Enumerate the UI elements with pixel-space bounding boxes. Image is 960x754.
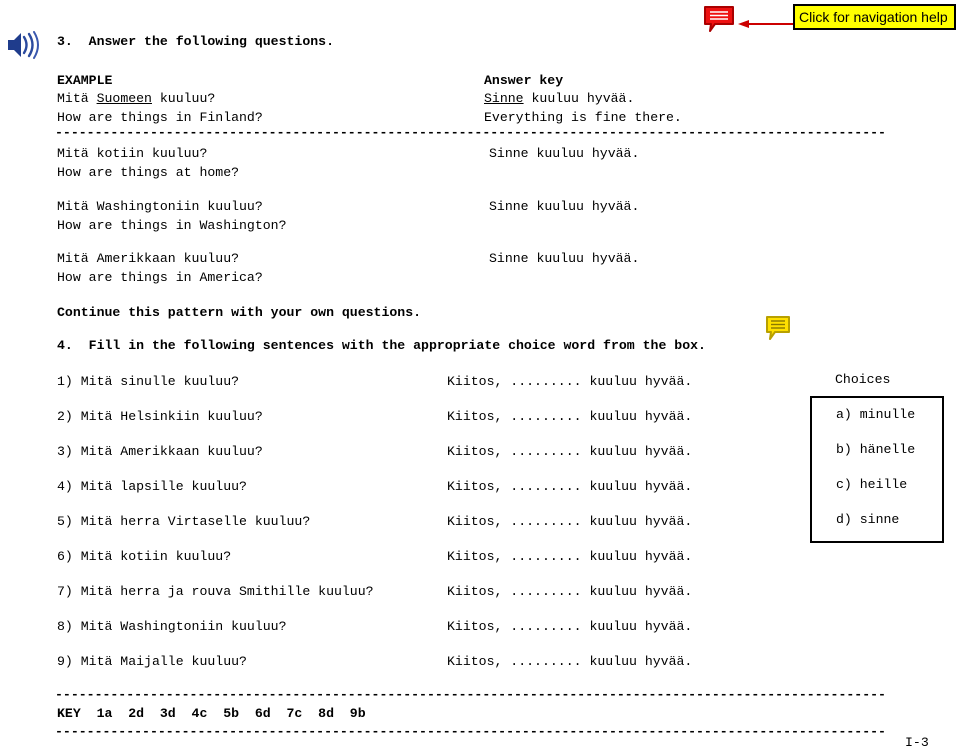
practice-answer-2: Sinne kuuluu hyvää. — [489, 199, 640, 214]
key-top-rule: ----------------------------------------… — [55, 690, 886, 700]
exercise-answer-blank-1[interactable]: Kiitos, ......... kuuluu hyvää. — [447, 373, 692, 391]
example-question-en: How are things in Finland? — [57, 110, 263, 125]
page-number: I-3 — [905, 735, 929, 750]
note-bubble-icon-svg — [766, 316, 790, 340]
choices-box: a) minulle b) hänelle c) heille d) sinne — [810, 396, 944, 543]
section-4-heading: 4. Fill in the following sentences with … — [57, 338, 706, 353]
choice-item-a[interactable]: a) minulle — [836, 407, 915, 422]
exercise-question-7: 7) Mitä herra ja rouva Smithille kuuluu? — [57, 584, 374, 599]
exercise-answer-blank-8[interactable]: Kiitos, ......... kuuluu hyvää. — [447, 618, 692, 636]
choice-item-d[interactable]: d) sinne — [836, 512, 899, 527]
exercise-question-1: 1) Mitä sinulle kuuluu? — [57, 374, 240, 389]
exercise-answer-blank-7[interactable]: Kiitos, ......... kuuluu hyvää. — [447, 583, 692, 601]
exercise-answer-blank-6[interactable]: Kiitos, ......... kuuluu hyvää. — [447, 548, 692, 566]
worksheet-page: Click for navigation help 3. Answer the … — [0, 0, 960, 754]
example-question-fi-suffix: kuuluu? — [151, 91, 216, 106]
speaker-icon[interactable] — [4, 28, 42, 62]
practice-question-en-2: How are things in Washington? — [57, 218, 287, 233]
exercise-question-2: 2) Mitä Helsinkiin kuuluu? — [57, 409, 263, 424]
practice-answer-3: Sinne kuuluu hyvää. — [489, 251, 640, 266]
speaker-icon-svg — [8, 31, 39, 59]
example-answer-fi-underlined: Sinne — [484, 91, 524, 106]
exercise-question-3: 3) Mitä Amerikkaan kuuluu? — [57, 444, 263, 459]
answer-key-label: Answer key — [484, 73, 564, 88]
choice-item-c[interactable]: c) heille — [836, 477, 907, 492]
exercise-question-8: 8) Mitä Washingtoniin kuuluu? — [57, 619, 287, 634]
exercise-answer-blank-5[interactable]: Kiitos, ......... kuuluu hyvää. — [447, 513, 692, 531]
exercise-question-5: 5) Mitä herra Virtaselle kuuluu? — [57, 514, 311, 529]
practice-question-en-3: How are things in America? — [57, 270, 263, 285]
continue-pattern-note: Continue this pattern with your own ques… — [57, 305, 422, 320]
exercise-answer-blank-4[interactable]: Kiitos, ......... kuuluu hyvää. — [447, 478, 692, 496]
practice-question-fi-2: Mitä Washingtoniin kuuluu? — [57, 199, 263, 214]
speech-bubble-icon[interactable] — [703, 5, 735, 33]
example-question-fi-underlined: Suomeen — [96, 91, 152, 106]
left-arrow-icon-svg — [738, 20, 794, 28]
exercise-question-4: 4) Mitä lapsille kuuluu? — [57, 479, 247, 494]
example-question-fi-prefix: Mitä — [57, 91, 97, 106]
exercise-answer-blank-3[interactable]: Kiitos, ......... kuuluu hyvää. — [447, 443, 692, 461]
exercise-question-6: 6) Mitä kotiin kuuluu? — [57, 549, 232, 564]
practice-question-fi-1: Mitä kotiin kuuluu? — [57, 146, 208, 161]
exercise-answer-blank-9[interactable]: Kiitos, ......... kuuluu hyvää. — [447, 653, 692, 671]
example-separator-rule: ----------------------------------------… — [55, 128, 886, 138]
practice-answer-1: Sinne kuuluu hyvää. — [489, 146, 640, 161]
section-3-heading: 3. Answer the following questions. — [57, 34, 334, 49]
note-bubble-icon[interactable] — [765, 315, 791, 341]
exercise-question-9: 9) Mitä Maijalle kuuluu? — [57, 654, 247, 669]
navigation-help-label[interactable]: Click for navigation help — [793, 4, 956, 30]
left-arrow-icon — [738, 16, 794, 28]
example-answer-en: Everything is fine there. — [484, 110, 682, 125]
practice-question-fi-3: Mitä Amerikkaan kuuluu? — [57, 251, 240, 266]
key-bottom-rule: ----------------------------------------… — [55, 727, 886, 737]
speech-bubble-icon-svg — [704, 6, 734, 32]
exercise-answer-blank-2[interactable]: Kiitos, ......... kuuluu hyvää. — [447, 408, 692, 426]
example-answer-fi-suffix: kuuluu hyvää. — [523, 91, 635, 106]
example-label: EXAMPLE — [57, 73, 113, 88]
example-answer-fi: Sinne kuuluu hyvää. — [484, 90, 634, 108]
answer-key-line: KEY 1a 2d 3d 4c 5b 6d 7c 8d 9b — [57, 706, 366, 721]
example-question-fi: Mitä Suomeen kuuluu? — [57, 90, 215, 108]
choice-item-b[interactable]: b) hänelle — [836, 442, 915, 457]
choices-label: Choices — [835, 372, 891, 387]
navigation-help-callout[interactable]: Click for navigation help — [703, 4, 958, 38]
practice-question-en-1: How are things at home? — [57, 165, 240, 180]
